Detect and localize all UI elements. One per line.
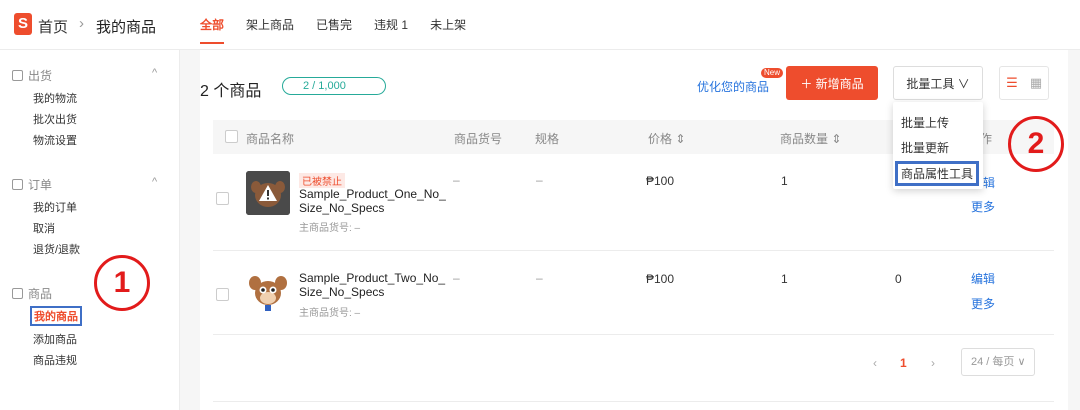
shipping-icon [12, 70, 23, 81]
prev-page-icon[interactable]: ‹ [873, 356, 877, 370]
chevron-up-icon[interactable]: ^ [152, 67, 157, 79]
annotation-step-2: 2 [1008, 116, 1064, 172]
page-number-current[interactable]: 1 [900, 356, 907, 370]
column-header-price[interactable]: 价格 ⇕ [648, 130, 685, 147]
view-toggle: ☰ ▦ [999, 66, 1049, 100]
sidebar: 出货 ^ 我的物流 批次出货 物流设置 订单 ^ 我的订单 取消 退货/退款 商… [0, 50, 180, 410]
more-link[interactable]: 更多 [971, 295, 995, 312]
sidebar-item-my-shipment[interactable]: 我的物流 [33, 90, 77, 106]
price-value[interactable]: ₱100 [646, 174, 674, 188]
sidebar-item-shipping-settings[interactable]: 物流设置 [33, 132, 77, 148]
grid-view-icon[interactable]: ▦ [1024, 67, 1048, 99]
top-bar: S 首页 › 我的商品 全部 架上商品 已售完 违规 1 未上架 [0, 0, 1080, 50]
product-name[interactable]: Sample_Product_One_No_Size_No_Specs [299, 187, 449, 215]
chevron-up-icon[interactable]: ^ [152, 176, 157, 188]
bulk-tools-button[interactable]: 批量工具 ∨ [893, 66, 983, 100]
tab-live[interactable]: 架上商品 [246, 0, 294, 50]
annotation-step-1: 1 [94, 255, 150, 311]
stock-value[interactable]: 1 [781, 272, 788, 286]
sales-value: 0 [895, 272, 902, 286]
parent-sku: 主商品货号: – [299, 223, 361, 234]
sidebar-section-products[interactable]: 商品 [12, 285, 52, 302]
sidebar-item-product-violations[interactable]: 商品违规 [33, 352, 77, 368]
sidebar-item-return-refund[interactable]: 退货/退款 [33, 241, 80, 257]
shop-logo-icon[interactable]: S [14, 13, 32, 35]
menu-item-bulk-upload[interactable]: 批量上传 [901, 114, 949, 131]
list-view-icon[interactable]: ☰ [1000, 67, 1024, 99]
sidebar-item-mass-ship[interactable]: 批次出货 [33, 111, 77, 127]
tab-unlisted[interactable]: 未上架 [430, 0, 466, 50]
tab-all[interactable]: 全部 [200, 0, 225, 50]
status-tabs: 全部 架上商品 已售完 违规 1 未上架 [200, 0, 488, 50]
product-thumbnail[interactable] [246, 171, 290, 215]
tab-sold-out[interactable]: 已售完 [316, 0, 352, 50]
sidebar-section-label: 订单 [28, 178, 53, 192]
edit-link[interactable]: 编辑 [971, 270, 995, 287]
sidebar-item-my-orders[interactable]: 我的订单 [33, 199, 77, 215]
add-new-product-button[interactable]: ＋ 新增商品 [786, 66, 878, 100]
product-name[interactable]: Sample_Product_Two_No_Size_No_Specs [299, 271, 449, 299]
breadcrumb-home[interactable]: 首页 [38, 16, 68, 37]
sidebar-section-label: 商品 [28, 287, 53, 301]
row-checkbox[interactable] [216, 288, 229, 301]
more-link[interactable]: 更多 [971, 198, 995, 215]
banned-warning-icon [246, 171, 290, 215]
sidebar-section-shipping[interactable]: 出货 [12, 67, 52, 84]
product-count-badge: 2 / 1,000 [282, 77, 386, 95]
price-value[interactable]: ₱100 [646, 272, 674, 286]
tab-violation[interactable]: 违规 1 [374, 0, 408, 50]
sidebar-section-label: 出货 [28, 69, 53, 83]
sidebar-item-my-products[interactable]: 我的商品 [30, 306, 82, 326]
new-badge: New [761, 68, 784, 78]
banned-status-badge: 已被禁止 [299, 173, 345, 188]
row-checkbox[interactable] [216, 192, 229, 205]
variation-value: – [536, 271, 543, 285]
page-size-select[interactable]: 24 / 每页 ∨ [961, 348, 1035, 376]
row-divider [213, 334, 1054, 335]
next-page-icon[interactable]: › [931, 356, 935, 370]
panel-bottom-divider [213, 401, 1054, 402]
sku-value: – [453, 271, 460, 285]
product-thumbnail[interactable] [246, 269, 290, 313]
sidebar-section-orders[interactable]: 订单 [12, 176, 52, 193]
column-header-stock[interactable]: 商品数量 ⇕ [780, 130, 841, 147]
column-header-sku: 商品货号 [454, 132, 503, 146]
sku-value: – [453, 173, 460, 187]
page-title: 我的商品 [96, 19, 157, 36]
stock-value[interactable]: 1 [781, 174, 788, 188]
select-all-checkbox[interactable] [225, 130, 238, 143]
column-header-variation: 规格 [535, 132, 560, 146]
parent-sku: 主商品货号: – [299, 308, 361, 319]
sidebar-item-cancellation[interactable]: 取消 [33, 220, 55, 236]
menu-item-bulk-update[interactable]: 批量更新 [901, 139, 949, 156]
order-icon [12, 179, 23, 190]
row-divider [213, 250, 1054, 251]
menu-item-attribute-tool[interactable]: 商品属性工具 [895, 161, 980, 186]
product-count-title: 2 个商品 [200, 83, 262, 100]
product-image-icon [249, 276, 287, 311]
variation-value: – [536, 173, 543, 187]
breadcrumb-separator-icon: › [79, 15, 84, 32]
optimize-products-link[interactable]: 优化您的商品 [697, 78, 769, 95]
product-icon [12, 288, 23, 299]
bulk-tools-dropdown: 批量上传 批量更新 商品属性工具 [893, 102, 983, 189]
column-header-name: 商品名称 [246, 132, 295, 146]
sidebar-item-add-product[interactable]: 添加商品 [33, 331, 77, 347]
